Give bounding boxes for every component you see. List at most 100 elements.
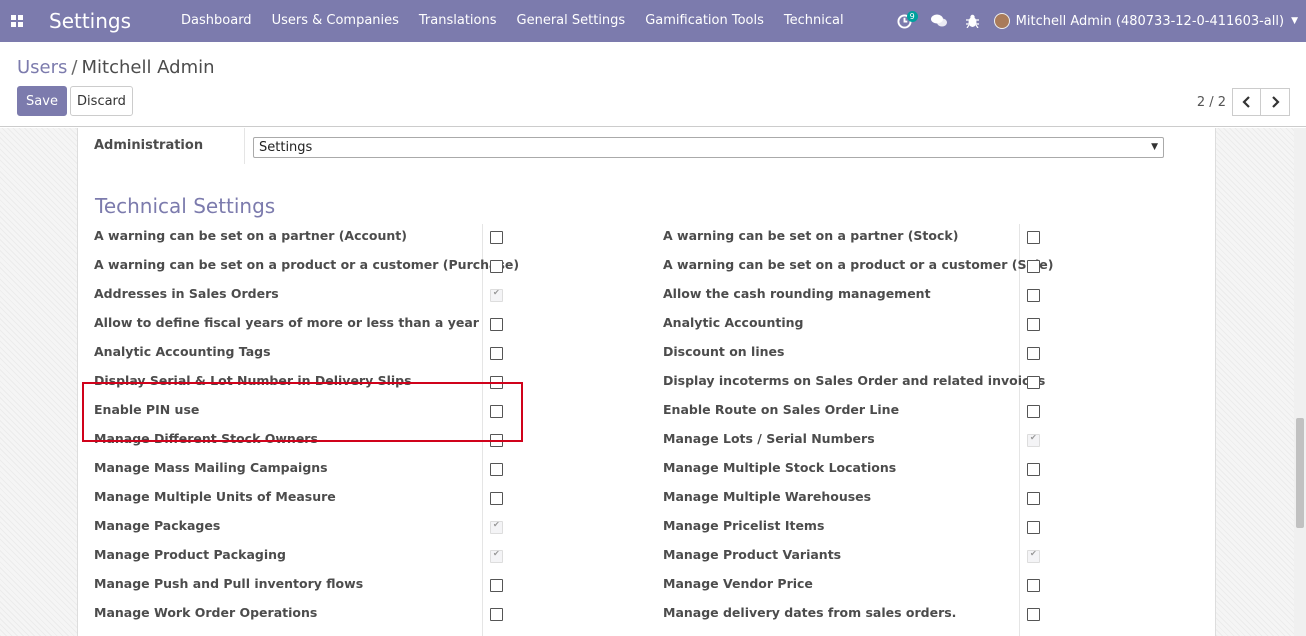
setting-row: Manage Product Packaging	[94, 541, 534, 570]
menu-technical[interactable]: Technical	[774, 0, 854, 42]
pager-previous-button[interactable]	[1232, 88, 1261, 116]
menu-translations[interactable]: Translations	[409, 0, 507, 42]
setting-row: Enable Route on Sales Order Line	[663, 396, 1103, 425]
administration-label: Administration	[94, 138, 204, 153]
discard-button[interactable]: Discard	[70, 86, 133, 116]
setting-checkbox[interactable]	[1027, 579, 1040, 592]
activity-badge: 9	[906, 11, 918, 22]
caret-down-icon: ▼	[1291, 16, 1298, 26]
setting-label: Manage Product Packaging	[94, 547, 286, 562]
setting-checkbox[interactable]	[490, 318, 503, 331]
setting-checkbox[interactable]	[490, 376, 503, 389]
breadcrumb-current: Mitchell Admin	[81, 57, 215, 78]
section-title: Technical Settings	[95, 194, 276, 218]
breadcrumb-users[interactable]: Users	[17, 57, 67, 78]
setting-label: Manage Lots / Serial Numbers	[663, 431, 875, 446]
setting-label: Display incoterms on Sales Order and rel…	[663, 373, 1046, 388]
setting-row: Enable PIN use	[94, 396, 534, 425]
setting-row: Manage Pricelist Items	[663, 512, 1103, 541]
setting-checkbox[interactable]	[1027, 463, 1040, 476]
setting-checkbox[interactable]	[1027, 289, 1040, 302]
setting-checkbox[interactable]	[490, 463, 503, 476]
setting-row: Manage Packages	[94, 512, 534, 541]
setting-label: Manage Multiple Units of Measure	[94, 489, 336, 504]
administration-value: Settings	[259, 140, 313, 155]
control-panel: Users / Mitchell Admin Save Discard 2 / 2	[0, 43, 1306, 127]
setting-checkbox[interactable]	[1027, 492, 1040, 505]
chat-icon[interactable]	[922, 0, 956, 42]
setting-checkbox[interactable]	[1027, 405, 1040, 418]
setting-checkbox[interactable]	[490, 260, 503, 273]
setting-checkbox[interactable]	[490, 347, 503, 360]
setting-checkbox[interactable]	[490, 608, 503, 621]
menu-dashboard[interactable]: Dashboard	[171, 0, 262, 42]
setting-label: Enable Route on Sales Order Line	[663, 402, 900, 417]
setting-checkbox[interactable]	[1027, 433, 1040, 447]
user-name: Mitchell Admin (480733-12-0-411603-all)	[1015, 13, 1285, 29]
user-menu[interactable]: Mitchell Admin (480733-12-0-411603-all) …	[990, 13, 1306, 29]
setting-row: Manage Lots / Serial Numbers	[663, 425, 1103, 454]
setting-label: Manage Multiple Warehouses	[663, 489, 872, 504]
setting-checkbox[interactable]	[490, 579, 503, 592]
setting-checkbox[interactable]	[490, 549, 503, 563]
setting-row: Manage Multiple Stock Locations	[663, 454, 1103, 483]
menu-general-settings[interactable]: General Settings	[507, 0, 636, 42]
setting-label: Discount on lines	[663, 344, 785, 359]
setting-row: Discount on lines	[663, 338, 1103, 367]
setting-label: Manage Vendor Price	[663, 576, 813, 591]
caret-down-icon: ▼	[1151, 142, 1158, 152]
setting-checkbox[interactable]	[490, 405, 503, 418]
setting-checkbox[interactable]	[1027, 231, 1040, 244]
form-sheet: Administration Settings ▼ Technical Sett…	[77, 128, 1216, 636]
setting-checkbox[interactable]	[490, 231, 503, 244]
pager-next-button[interactable]	[1261, 88, 1290, 116]
chevron-right-icon	[1272, 96, 1280, 108]
setting-label: A warning can be set on a partner (Accou…	[94, 228, 407, 243]
setting-checkbox[interactable]	[1027, 260, 1040, 273]
setting-row: Manage Vendor Price	[663, 570, 1103, 599]
setting-row: A warning can be set on a partner (Accou…	[94, 222, 534, 251]
apps-menu-icon[interactable]	[0, 0, 34, 42]
setting-checkbox[interactable]	[1027, 376, 1040, 389]
setting-row: Manage Different Stock Owners	[94, 425, 534, 454]
setting-row: Analytic Accounting Tags	[94, 338, 534, 367]
save-button[interactable]: Save	[17, 86, 67, 116]
setting-label: A warning can be set on a product or a c…	[94, 257, 520, 272]
bug-icon	[966, 14, 980, 28]
setting-label: Enable PIN use	[94, 402, 200, 417]
breadcrumb: Users / Mitchell Admin	[17, 57, 215, 78]
setting-checkbox[interactable]	[1027, 608, 1040, 621]
setting-label: A warning can be set on a partner (Stock…	[663, 228, 959, 243]
setting-row: Manage Multiple Units of Measure	[94, 483, 534, 512]
form-view-background: Administration Settings ▼ Technical Sett…	[0, 128, 1306, 636]
breadcrumb-separator: /	[71, 57, 78, 78]
setting-checkbox[interactable]	[490, 492, 503, 505]
setting-checkbox[interactable]	[1027, 549, 1040, 563]
setting-row: Manage Push and Pull inventory flows	[94, 570, 534, 599]
setting-label: Analytic Accounting	[663, 315, 804, 330]
setting-checkbox[interactable]	[1027, 318, 1040, 331]
divider	[244, 128, 245, 164]
setting-row: Manage Work Order Operations	[94, 599, 534, 628]
setting-checkbox[interactable]	[1027, 347, 1040, 360]
setting-row: Allow to define fiscal years of more or …	[94, 309, 534, 338]
setting-row: Manage Multiple Warehouses	[663, 483, 1103, 512]
setting-checkbox[interactable]	[490, 288, 503, 302]
setting-label: Addresses in Sales Orders	[94, 286, 279, 301]
pager-value[interactable]: 2 / 2	[1197, 95, 1226, 110]
administration-select[interactable]: Settings ▼	[253, 137, 1164, 158]
setting-row: A warning can be set on a product or a c…	[663, 251, 1103, 280]
menu-users-companies[interactable]: Users & Companies	[262, 0, 409, 42]
vertical-scrollbar[interactable]	[1294, 128, 1306, 636]
scrollbar-thumb[interactable]	[1296, 418, 1304, 528]
activity-clock-icon[interactable]: 9	[888, 0, 922, 42]
debug-bug-icon[interactable]	[956, 0, 990, 42]
setting-label: Manage Work Order Operations	[94, 605, 318, 620]
setting-checkbox[interactable]	[490, 434, 503, 447]
menu-gamification-tools[interactable]: Gamification Tools	[635, 0, 774, 42]
avatar	[993, 13, 1010, 29]
setting-checkbox[interactable]	[490, 520, 503, 534]
setting-row: Manage Mass Mailing Campaigns	[94, 454, 534, 483]
setting-row: Manage Product Variants	[663, 541, 1103, 570]
setting-checkbox[interactable]	[1027, 521, 1040, 534]
